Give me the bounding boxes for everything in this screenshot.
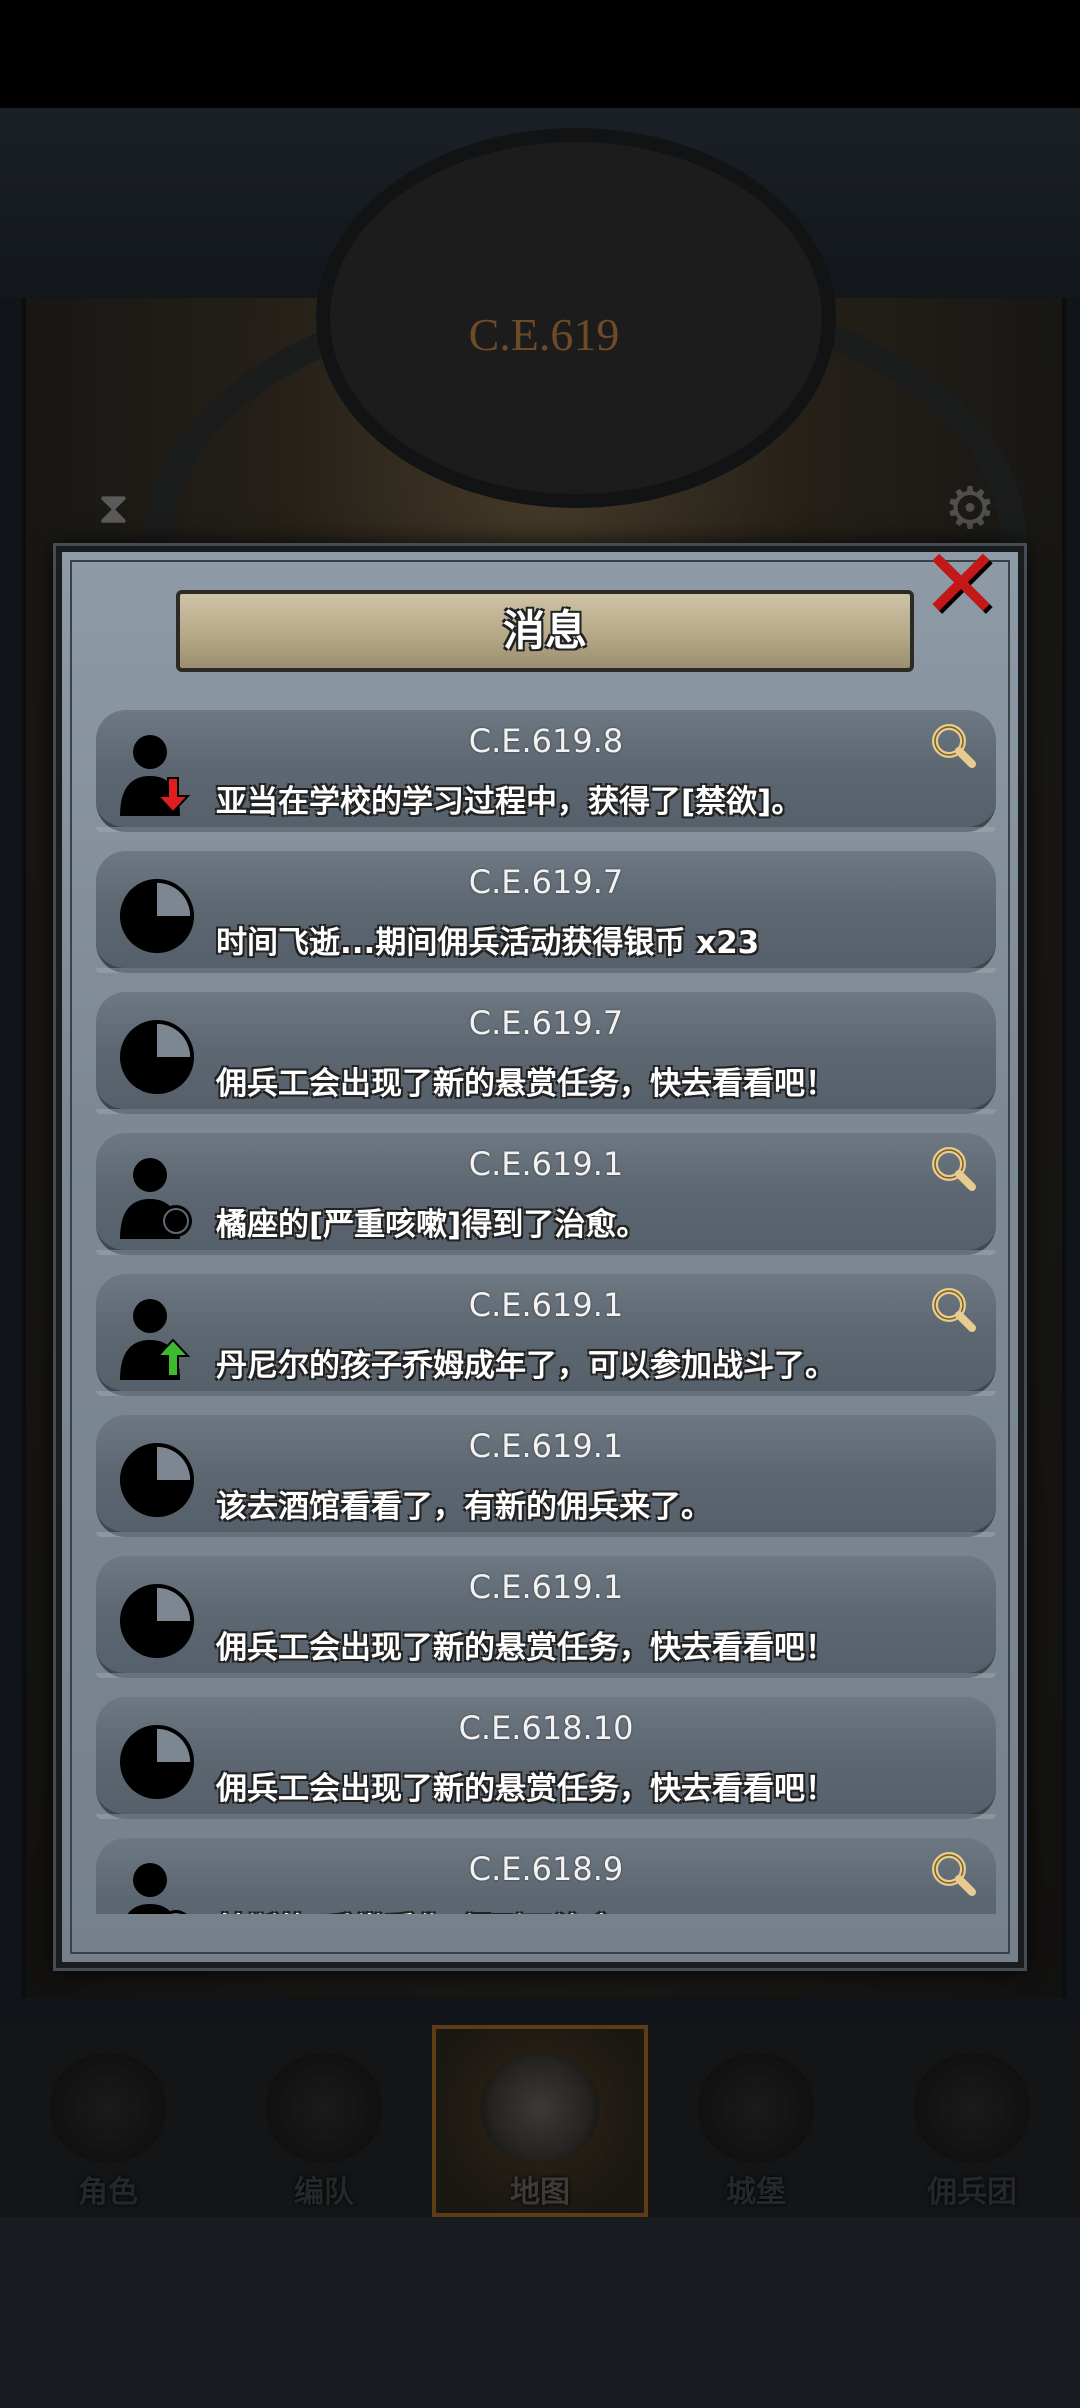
message-date: C.E.619.7 [468,1004,624,1042]
message-date: C.E.618.10 [458,1709,634,1747]
message-row[interactable]: C.E.619.7 时间飞逝...期间佣兵活动获得银币 x23 [96,851,996,973]
message-text: 亚当在学校的学习过程中，获得了[禁欲]。 [216,784,803,820]
message-text: 佣兵工会出现了新的悬赏任务，快去看看吧！ [216,1771,836,1807]
nav-item-castle[interactable]: 城堡 [648,2025,864,2217]
character-icon [48,2053,168,2163]
bottom-nav: 角色 编队 地图 城堡 佣兵团 [0,2025,1080,2217]
nav-item-map[interactable]: 地图 [432,2025,648,2217]
message-text: 丹尼尔的孩子乔姆成年了，可以参加战斗了。 [216,1348,836,1384]
message-text: 基斯的[手掌受伤]得到了治愈。 [216,1904,647,1914]
nav-item-character[interactable]: 角色 [0,2025,216,2217]
message-list[interactable]: C.E.619.8 亚当在学校的学习过程中，获得了[禁欲]。 C.E.619.7 时间… [96,710,996,1914]
modal-title-plate: 消息 [176,590,914,672]
modal-title: 消息 [502,606,587,655]
search-icon[interactable] [928,720,978,770]
nav-label: 编队 [294,2175,354,2210]
message-row[interactable]: C.E.619.1 该去酒馆看看了，有新的佣兵来了。 [96,1415,996,1537]
hourglass-icon[interactable]: ⧗ [98,483,129,534]
castle-icon [696,2053,816,2163]
search-icon[interactable] [928,1284,978,1334]
messages-modal: 消息 C.E.619.8 亚当在学校的学习过程中，获得了[禁欲]。 C.E.619.… [56,546,1024,1968]
message-date: C.E.619.7 [468,863,624,901]
message-row[interactable]: C.E.619.1 丹尼尔的孩子乔姆成年了，可以参加战斗了。 [96,1274,996,1396]
message-row[interactable]: C.E.618.10 佣兵工会出现了新的悬赏任务，快去看看吧！ [96,1697,996,1819]
message-text: 佣兵工会出现了新的悬赏任务，快去看看吧！ [216,1630,836,1666]
message-date: C.E.619.1 [468,1286,624,1324]
close-button[interactable]: ✕ [898,535,1018,635]
search-icon[interactable] [928,1848,978,1898]
message-date: C.E.619.8 [468,722,624,760]
nav-label: 佣兵团 [927,2175,1017,2210]
nav-label: 城堡 [726,2175,786,2210]
message-row[interactable]: C.E.619.8 亚当在学校的学习过程中，获得了[禁欲]。 [96,710,996,832]
message-text: 时间飞逝...期间佣兵活动获得银币 x23 [216,925,760,961]
message-date: C.E.619.1 [468,1427,624,1465]
nav-label: 地图 [510,2175,570,2210]
nav-label: 角色 [78,2175,138,2210]
nav-item-formation[interactable]: 编队 [216,2025,432,2217]
helmet-icon [264,2053,384,2163]
message-row[interactable]: C.E.619.7 佣兵工会出现了新的悬赏任务，快去看看吧！ [96,992,996,1114]
message-date: C.E.618.9 [468,1850,624,1888]
year-label: C.E.619 [468,309,620,360]
bottom-strip [0,2217,1080,2408]
status-bar [0,0,1080,108]
compass-map-icon [480,2053,600,2163]
message-row[interactable]: C.E.618.9 基斯的[手掌受伤]得到了治愈。 [96,1838,996,1914]
nav-item-mercenary[interactable]: 佣兵团 [864,2025,1080,2217]
close-icon: ✕ [920,528,1003,642]
message-text: 橘座的[严重咳嗽]得到了治愈。 [216,1207,648,1243]
message-date: C.E.619.1 [468,1568,624,1606]
message-row[interactable]: C.E.619.1 佣兵工会出现了新的悬赏任务，快去看看吧！ [96,1556,996,1678]
message-row[interactable]: C.E.619.1 橘座的[严重咳嗽]得到了治愈。 [96,1133,996,1255]
message-text: 佣兵工会出现了新的悬赏任务，快去看看吧！ [216,1066,836,1102]
mercenary-icon [912,2053,1032,2163]
message-text: 该去酒馆看看了，有新的佣兵来了。 [216,1489,712,1525]
search-icon[interactable] [928,1143,978,1193]
message-date: C.E.619.1 [468,1145,624,1183]
